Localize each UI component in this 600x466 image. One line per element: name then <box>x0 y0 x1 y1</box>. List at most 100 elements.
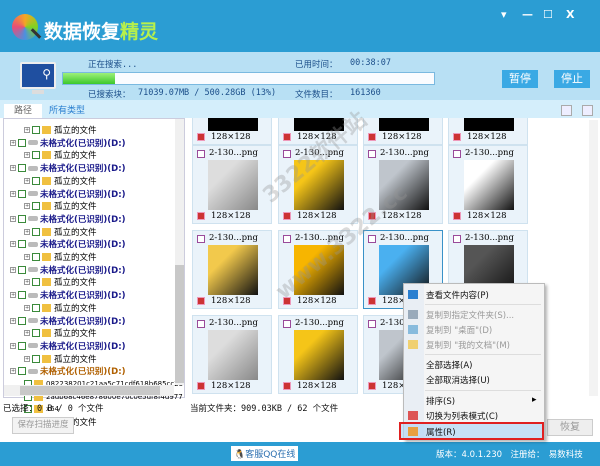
tree-checkbox[interactable] <box>32 329 40 338</box>
expand-toggle-icon[interactable]: + <box>10 165 16 172</box>
tree-checkbox[interactable] <box>18 291 26 300</box>
minimize-button[interactable]: — <box>522 8 533 21</box>
file-thumbnail-item[interactable]: 2-130...png128×128 <box>192 315 272 394</box>
menu-item-switch-list-mode[interactable]: 切换为列表模式(C) <box>426 410 498 422</box>
tree-drive-node[interactable]: + 未格式化(已识别)(D:) <box>10 162 126 174</box>
tree-folder-node[interactable]: + 孤立的文件 <box>24 353 97 365</box>
expand-toggle-icon[interactable]: + <box>24 152 30 159</box>
menu-dropdown-button[interactable]: ▾ <box>501 8 507 21</box>
tree-checkbox[interactable] <box>18 367 26 376</box>
tab-all-types[interactable]: 所有类型 <box>49 104 85 118</box>
tree-drive-node[interactable]: + 未格式化(已识别)(D:) <box>10 213 126 225</box>
expand-toggle-icon[interactable]: + <box>10 368 16 375</box>
file-checkbox[interactable] <box>283 320 291 328</box>
file-checkbox[interactable] <box>368 320 376 328</box>
tree-folder-node[interactable]: + 孤立的文件 <box>24 200 97 212</box>
file-checkbox[interactable] <box>453 150 461 158</box>
file-thumbnail-item[interactable]: 2-130...png128×128 <box>448 118 528 145</box>
tree-drive-node[interactable]: + 未格式化(已识别)(D:) <box>10 365 126 377</box>
menu-item-properties[interactable]: 属性(R) <box>426 426 456 438</box>
tree-checkbox[interactable] <box>18 316 26 325</box>
tree-drive-node[interactable]: + 未格式化(已识别)(D:) <box>10 264 126 276</box>
menu-item-sort[interactable]: 排序(S) <box>426 395 455 407</box>
file-checkbox[interactable] <box>368 150 376 158</box>
file-thumbnail-item[interactable]: 2-130...png128×128 <box>192 230 272 309</box>
expand-toggle-icon[interactable]: + <box>10 215 16 222</box>
tree-checkbox[interactable] <box>32 253 40 261</box>
tree-checkbox[interactable] <box>32 202 40 211</box>
close-button[interactable]: X <box>566 8 574 21</box>
expand-toggle-icon[interactable]: + <box>24 228 30 235</box>
tree-checkbox[interactable] <box>18 214 26 223</box>
list-view-icon[interactable] <box>582 105 593 116</box>
tree-checkbox[interactable] <box>18 164 26 173</box>
tree-checkbox[interactable] <box>32 151 40 160</box>
file-thumbnail-item[interactable]: 2-130...png128×128 <box>192 118 272 145</box>
tree-drive-node[interactable]: + 未格式化(已识别)(D:) <box>10 289 126 301</box>
file-thumbnail-item[interactable]: 2-130...png128×128 <box>278 315 358 394</box>
tree-folder-node[interactable]: + 孤立的文件 <box>24 124 97 136</box>
expand-toggle-icon[interactable]: + <box>24 355 30 362</box>
expand-toggle-icon[interactable]: + <box>24 279 30 286</box>
menu-item-copy-to-desktop[interactable]: 复制到 "桌面"(D) <box>426 324 492 336</box>
tree-folder-node[interactable]: + 孤立的文件 <box>24 251 97 263</box>
expand-toggle-icon[interactable]: + <box>10 190 16 197</box>
save-scan-progress-button[interactable]: 保存扫描进度 <box>12 417 74 434</box>
expand-toggle-icon[interactable]: + <box>10 266 16 273</box>
expand-toggle-icon[interactable]: + <box>24 127 30 133</box>
tab-path[interactable]: 路径 <box>4 104 42 118</box>
tree-checkbox[interactable] <box>18 265 26 274</box>
tree-checkbox[interactable] <box>32 303 40 312</box>
menu-item-copy-to-documents[interactable]: 复制到 "我的文档"(M) <box>426 339 510 351</box>
tree-checkbox[interactable] <box>32 354 40 363</box>
tree-scroll-thumb[interactable] <box>175 265 184 383</box>
tree-checkbox[interactable] <box>18 189 26 198</box>
expand-toggle-icon[interactable]: + <box>10 292 16 299</box>
thumbnail-view-icon[interactable] <box>561 105 572 116</box>
file-checkbox[interactable] <box>283 235 291 243</box>
tree-folder-node[interactable]: + 孤立的文件 <box>24 327 97 339</box>
tree-drive-node[interactable]: + 未格式化(已识别)(D:) <box>10 238 126 250</box>
expand-toggle-icon[interactable]: + <box>10 241 16 248</box>
file-checkbox[interactable] <box>197 235 205 243</box>
file-checkbox[interactable] <box>368 235 376 243</box>
pause-button[interactable]: 暂停 <box>502 70 538 88</box>
file-thumbnail-item[interactable]: 2-130...png128×128 <box>363 118 443 145</box>
menu-item-copy-to-folder[interactable]: 复制到指定文件夹(S)... <box>426 309 514 321</box>
tree-folder-node[interactable]: + 孤立的文件 <box>24 226 97 238</box>
expand-toggle-icon[interactable]: + <box>10 342 16 349</box>
tree-folder-node[interactable]: + 孤立的文件 <box>24 149 97 161</box>
tree-hscroll-thumb[interactable] <box>20 386 160 395</box>
tree-checkbox[interactable] <box>18 341 26 350</box>
expand-toggle-icon[interactable]: + <box>24 203 30 210</box>
file-checkbox[interactable] <box>453 235 461 243</box>
tree-folder-node[interactable]: + 孤立的文件 <box>24 302 97 314</box>
tree-drive-node[interactable]: + 未格式化(已识别)(D:) <box>10 188 126 200</box>
expand-toggle-icon[interactable]: + <box>10 317 16 324</box>
expand-toggle-icon[interactable]: + <box>10 139 16 146</box>
menu-item-select-all[interactable]: 全部选择(A) <box>426 359 472 371</box>
expand-toggle-icon[interactable]: + <box>24 304 30 311</box>
expand-toggle-icon[interactable]: + <box>24 330 30 337</box>
tree-checkbox[interactable] <box>18 138 26 147</box>
tree-folder-node[interactable]: + 孤立的文件 <box>24 175 97 187</box>
maximize-button[interactable]: ☐ <box>543 8 553 21</box>
tree-drive-node[interactable]: + 未格式化(已识别)(D:) <box>10 340 126 352</box>
tree-checkbox[interactable] <box>18 240 26 249</box>
tree-checkbox[interactable] <box>32 278 40 287</box>
expand-toggle-icon[interactable]: + <box>24 177 30 184</box>
recover-button[interactable]: 恢复 <box>547 419 593 436</box>
tree-checkbox[interactable] <box>32 176 40 185</box>
expand-toggle-icon[interactable]: + <box>24 254 30 260</box>
tree-folder-node[interactable]: + 孤立的文件 <box>24 276 97 288</box>
qq-support-link[interactable]: 🐧客服QQ在线 <box>231 446 299 461</box>
tree-checkbox[interactable] <box>32 227 40 236</box>
file-checkbox[interactable] <box>197 320 205 328</box>
file-checkbox[interactable] <box>197 150 205 158</box>
file-thumbnail-item[interactable]: 2-130...png128×128 <box>448 145 528 224</box>
grid-scrollbar[interactable] <box>589 120 598 396</box>
menu-item-view-content[interactable]: 查看文件内容(P) <box>426 289 489 301</box>
stop-button[interactable]: 停止 <box>554 70 590 88</box>
tree-drive-node[interactable]: + 未格式化(已识别)(D:) <box>10 137 126 149</box>
menu-item-deselect-all[interactable]: 全部取消选择(U) <box>426 374 490 386</box>
